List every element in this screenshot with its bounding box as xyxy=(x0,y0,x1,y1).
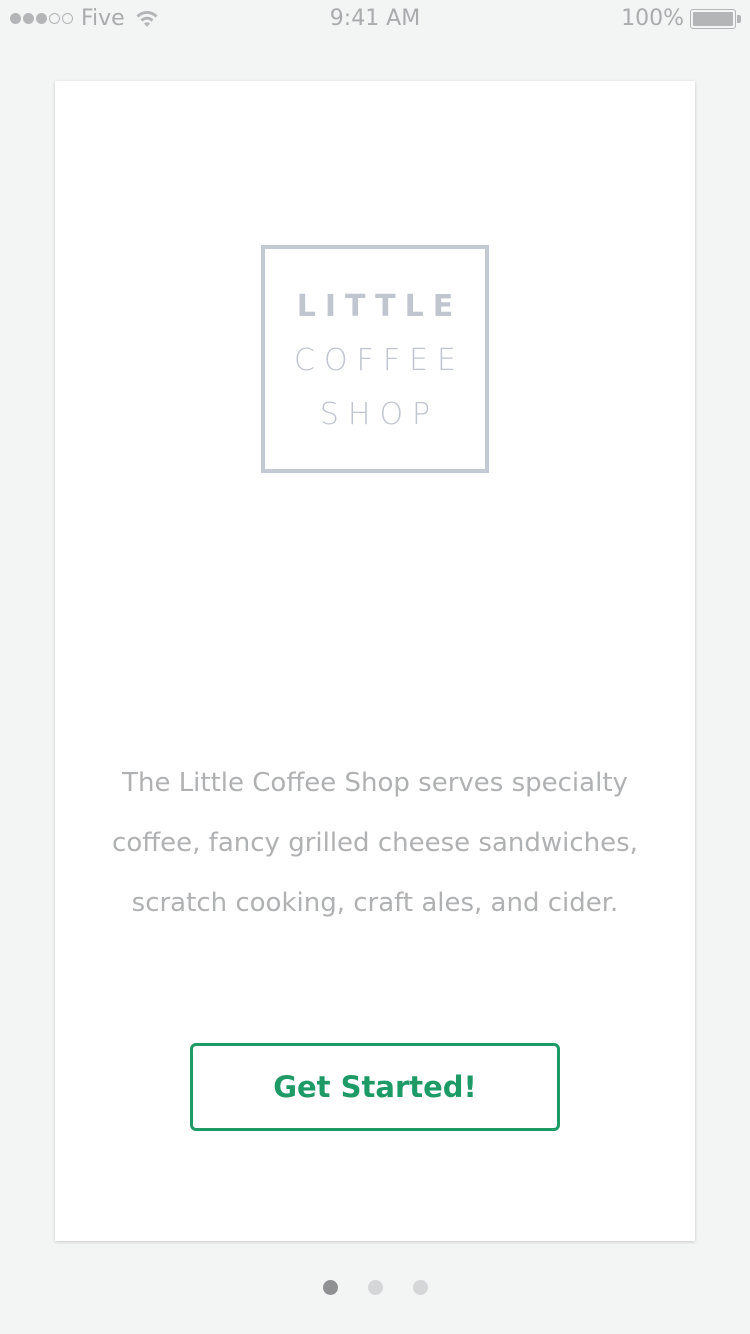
battery-icon xyxy=(690,8,741,29)
status-bar: Five 9:41 AM 100% xyxy=(0,0,750,40)
logo-line-shop: SHOP xyxy=(319,397,440,432)
shop-logo: LITTLE COFFEE SHOP xyxy=(261,245,489,473)
page-dot-2[interactable] xyxy=(367,1280,383,1295)
page-indicator xyxy=(0,1280,750,1295)
onboarding-card: LITTLE COFFEE SHOP The Little Coffee Sho… xyxy=(55,81,695,1241)
shop-description: The Little Coffee Shop serves specialty … xyxy=(112,768,638,918)
logo-line-coffee: COFFEE xyxy=(294,343,465,378)
onboarding-screen: Five 9:41 AM 100% LITTLE COFFEE SHOP The… xyxy=(0,0,750,1334)
page-dot-1[interactable] xyxy=(322,1280,338,1295)
get-started-button[interactable]: Get Started! xyxy=(190,1043,560,1131)
battery-percentage: 100% xyxy=(621,6,684,31)
logo-line-little: LITTLE xyxy=(296,289,463,324)
status-right: 100% xyxy=(621,6,741,31)
page-dot-3[interactable] xyxy=(412,1280,428,1295)
